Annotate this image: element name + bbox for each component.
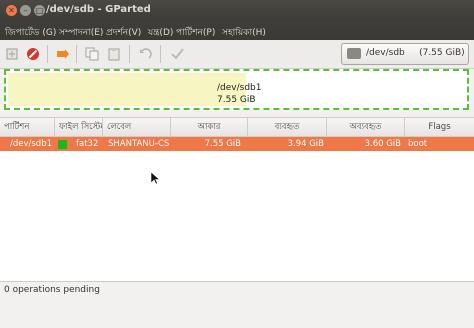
size-cell: 7.55 GiB [204,139,241,149]
toolbar-separator [129,45,130,63]
menu-device[interactable]: যন্ত্র(D) [148,25,173,40]
device-name: /dev/sdb [366,48,405,58]
device-selector-label: /dev/sdb (7.55 GiB) [366,48,465,58]
partition-table: পার্টিশন ফাইল সিস্টেম লেবেল আকার ব্যবহৃত… [0,117,474,281]
column-unused[interactable]: অব্যবহৃত [327,118,405,136]
partition-cell: /dev/sdb1 [10,139,53,149]
menu-edit[interactable]: সম্পাদনা(E) [59,25,103,40]
used-cell: 3.94 GiB [287,139,324,149]
desktop-background [0,299,474,328]
mouse-pointer-icon [150,171,161,188]
menu-bar: জিপার্টেড (G) সম্পাদনা(E) প্রদর্শন(V) যন… [0,22,474,40]
toolbar-separator [76,45,77,63]
toolbar-separator [160,45,161,63]
column-size[interactable]: আকার [171,118,248,136]
device-size: (7.55 GiB) [419,48,465,58]
undo-icon[interactable] [138,47,152,61]
window-title: /dev/sdb - GParted [46,4,151,15]
column-flags[interactable]: Flags [405,118,474,136]
column-label[interactable]: লেবেল [103,118,171,136]
resize-move-icon[interactable] [56,47,70,61]
table-row[interactable]: /dev/sdb1 fat32 SHANTANU-CS 7.55 GiB 3.9… [0,137,474,151]
table-header: পার্টিশন ফাইল সিস্টেম লেবেল আকার ব্যবহৃত… [0,118,474,137]
device-selector[interactable]: /dev/sdb (7.55 GiB) [341,43,469,65]
minimize-window-button[interactable]: – [20,5,31,16]
unused-cell: 3.60 GiB [364,139,401,149]
partition-map-label: /dev/sdb1 7.55 GiB [217,82,261,106]
used-space-fill [8,73,246,106]
menu-partition[interactable]: পার্টিশন(P) [176,25,215,40]
column-used[interactable]: ব্যবহৃত [248,118,327,136]
label-cell: SHANTANU-CS [108,139,170,149]
delete-icon[interactable] [26,47,40,61]
flags-cell: boot [408,139,428,149]
copy-icon[interactable] [85,47,99,61]
hard-disk-icon [347,48,361,59]
new-partition-icon[interactable] [5,47,19,61]
paste-icon[interactable] [107,47,121,61]
partition-map-name: /dev/sdb1 [217,83,262,93]
partition-map[interactable]: /dev/sdb1 7.55 GiB [4,69,469,110]
menu-view[interactable]: প্রদর্শন(V) [106,25,141,40]
toolbar-separator [47,45,48,63]
filesystem-color-swatch [58,140,67,149]
title-bar: ✕ – □ /dev/sdb - GParted [0,0,474,22]
partition-map-size: 7.55 GiB [217,95,256,105]
column-partition[interactable]: পার্টিশন [0,118,55,136]
filesystem-cell: fat32 [76,139,99,149]
close-window-button[interactable]: ✕ [6,5,17,16]
menu-gparted[interactable]: জিপার্টেড (G) [5,25,56,40]
menu-help[interactable]: সহায়িকা(H) [222,25,266,40]
column-filesystem[interactable]: ফাইল সিস্টেম [55,118,103,136]
pending-operations-text: 0 operations pending [4,285,100,295]
maximize-window-button[interactable]: □ [34,5,45,16]
status-bar: 0 operations pending [0,281,474,300]
apply-check-icon[interactable] [170,47,184,61]
